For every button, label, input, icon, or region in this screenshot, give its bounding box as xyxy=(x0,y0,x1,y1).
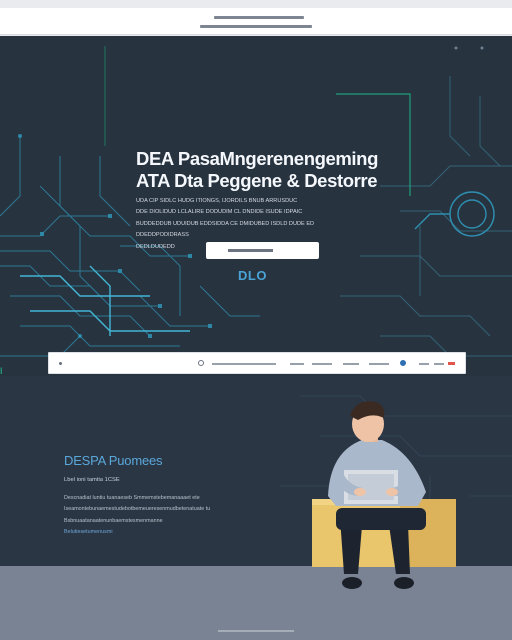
nav-link[interactable] xyxy=(369,363,389,365)
navigation-bar xyxy=(48,352,466,374)
feature-title: DESPA Puomees xyxy=(64,453,163,468)
header-tagline-secondary xyxy=(200,25,312,28)
hero-section: DEA PasaMngerenengeming ATA Dta Peggene … xyxy=(0,36,512,376)
hero-description-line: BUDDEDDUB UDUIDUB EDDSIDDA CE DMIDUBED I… xyxy=(136,220,315,227)
person-with-laptop-illustration xyxy=(312,401,456,589)
nav-link[interactable] xyxy=(290,363,304,365)
nav-link[interactable] xyxy=(434,363,444,365)
landing-page: DEA PasaMngerenengeming ATA Dta Peggene … xyxy=(0,0,512,640)
hero-description-line: DDEDDPODIDRASS xyxy=(136,232,189,239)
hero-title-line-2: ATA Dta Peggene & Destorre xyxy=(136,170,378,191)
hero-description-line: UDA CIP SIDLC HUDG ITIONGS, IJORDILS BNU… xyxy=(136,198,298,204)
hero-cta-button[interactable] xyxy=(206,242,319,259)
notification-icon[interactable] xyxy=(448,362,455,365)
hero-stat-label: DLO xyxy=(238,268,267,283)
feature-link[interactable]: Belutiesetumenusmi xyxy=(64,527,224,538)
feature-subtitle: Lbel ioni tamtia 1CSE xyxy=(64,477,120,483)
hero-description-line: DDE DIOLIDUD LCLALIRE DODUDIM CL DNDIDE … xyxy=(136,209,303,216)
hero-cta-label xyxy=(228,249,273,252)
header-tagline xyxy=(214,16,304,19)
menu-icon[interactable] xyxy=(198,360,204,366)
nav-link[interactable] xyxy=(312,363,332,365)
feature-description: Descnadiat luntiu tuanaeseb Smmemstebema… xyxy=(64,493,224,538)
feature-description-line: Descnadiat luntiu tuanaeseb Smmemstebema… xyxy=(64,495,200,501)
hero-title-line-1: DEA PasaMngerenengeming xyxy=(136,148,378,169)
user-icon[interactable] xyxy=(400,360,406,366)
top-header-bar xyxy=(0,8,512,35)
hero-title: DEA PasaMngerenengeming ATA Dta Peggene … xyxy=(136,148,406,192)
feature-description-line: Iseamontebunaemestudebotbemeueresenmudbe… xyxy=(64,506,211,513)
nav-link[interactable] xyxy=(343,363,359,365)
footer-line xyxy=(218,630,294,632)
nav-link-primary[interactable] xyxy=(212,363,276,365)
feature-description-line: Bsbnuaatanaatenunbaemstesmenmanne xyxy=(64,517,163,524)
nav-bullet xyxy=(59,362,62,365)
nav-link[interactable] xyxy=(419,363,429,365)
